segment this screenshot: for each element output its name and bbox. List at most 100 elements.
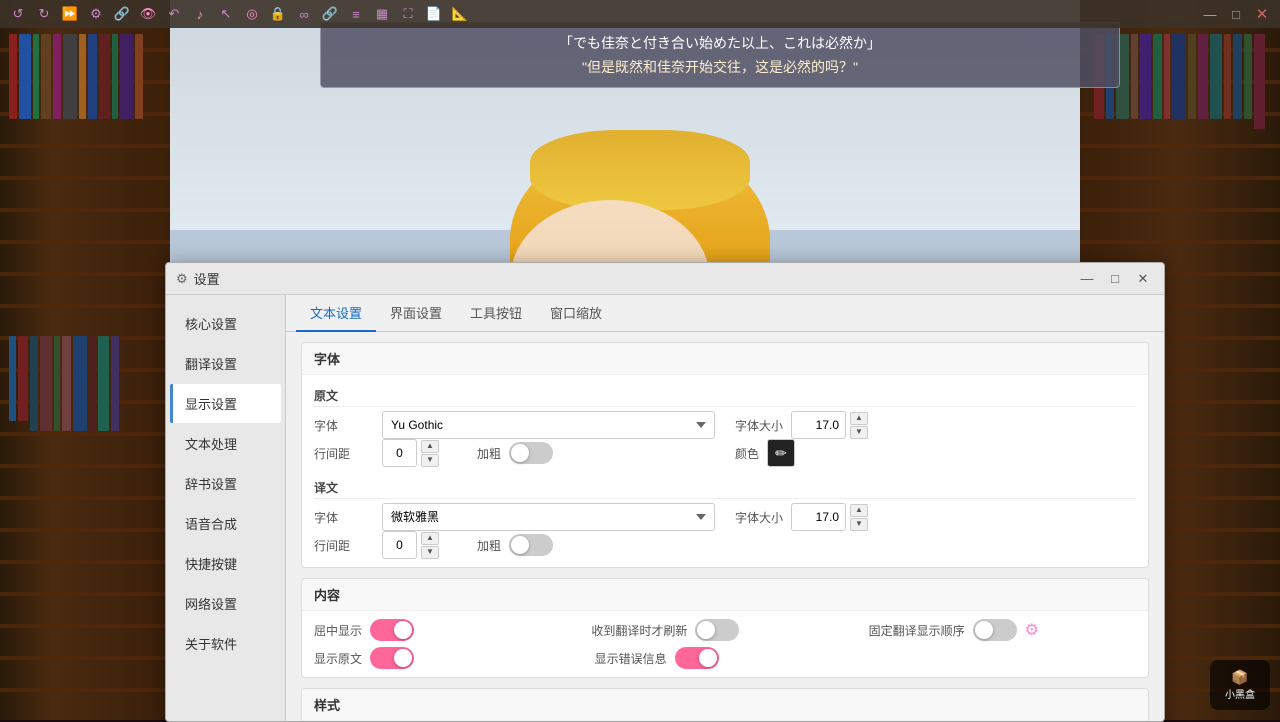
content-show-error-col: 显示错误信息 bbox=[585, 647, 866, 669]
original-size-down[interactable]: ▼ bbox=[850, 426, 868, 439]
sidebar-item-shortcuts[interactable]: 快捷按键 bbox=[170, 544, 281, 583]
toolbar-icon-lock[interactable]: 🔒 bbox=[268, 4, 288, 24]
toolbar-icon-link2[interactable]: 🔗 bbox=[320, 4, 340, 24]
dialog-maximize-button[interactable]: □ bbox=[1104, 268, 1126, 290]
translation-spacing-up[interactable]: ▲ bbox=[421, 532, 439, 545]
toolbar-icon-target[interactable]: ◎ bbox=[242, 4, 262, 24]
pencil-icon: ✏ bbox=[775, 445, 787, 462]
original-subtitle: 原文 bbox=[314, 383, 1136, 407]
translation-size-input[interactable] bbox=[791, 503, 846, 531]
show-error-toggle[interactable] bbox=[675, 647, 719, 669]
dialog-titlebar: ⚙ 设置 — □ ✕ bbox=[166, 263, 1164, 295]
original-bold-toggle[interactable] bbox=[509, 442, 553, 464]
toolbar-icon-redo[interactable]: ↻ bbox=[34, 4, 54, 24]
fix-order-label: 固定翻译显示顺序 bbox=[869, 622, 965, 639]
dialog-minimize-button[interactable]: — bbox=[1076, 268, 1098, 290]
original-bold-thumb bbox=[511, 444, 529, 462]
original-color-label: 颜色 bbox=[735, 445, 759, 462]
toolbar-icon-grid[interactable]: ▦ bbox=[372, 4, 392, 24]
sidebar-item-textproc[interactable]: 文本处理 bbox=[170, 424, 281, 463]
fix-order-toggle[interactable] bbox=[973, 619, 1017, 641]
font-section: 字体 原文 字体 Yu Gothic bbox=[301, 342, 1149, 568]
sidebar-item-display[interactable]: 显示设置 bbox=[170, 384, 281, 423]
original-font-row: 字体 Yu Gothic 字体大小 ▲ bbox=[314, 411, 1136, 439]
translation-bold-toggle[interactable] bbox=[509, 534, 553, 556]
sidebar-item-core[interactable]: 核心设置 bbox=[170, 304, 281, 343]
translation-font-row: 字体 微软雅黑 字体大小 ▲ bbox=[314, 503, 1136, 531]
translation-spacing-row: 行间距 ▲ ▼ 加粗 bbox=[314, 531, 1136, 559]
original-size-input[interactable] bbox=[791, 411, 846, 439]
toolbar-icon-music[interactable]: ♪ bbox=[190, 4, 210, 24]
toolbar-icon-cursor[interactable]: ↖ bbox=[216, 4, 236, 24]
translation-spacing-left: 行间距 ▲ ▼ 加粗 bbox=[314, 531, 715, 559]
toolbar-icon-settings[interactable]: ⚙ bbox=[86, 4, 106, 24]
dialog-title-icon: ⚙ bbox=[176, 271, 188, 287]
sidebar-item-dictionary[interactable]: 辞书设置 bbox=[170, 464, 281, 503]
original-spacing-up[interactable]: ▲ bbox=[421, 440, 439, 453]
tab-text-settings[interactable]: 文本设置 bbox=[296, 295, 376, 332]
dialog-sidebar: 核心设置 翻译设置 显示设置 文本处理 辞书设置 语音合成 快捷按键 网络设置 … bbox=[166, 295, 286, 721]
sidebar-item-network[interactable]: 网络设置 bbox=[170, 584, 281, 623]
sidebar-item-about[interactable]: 关于软件 bbox=[170, 624, 281, 663]
fix-order-gear-icon[interactable]: ⚙ bbox=[1025, 620, 1039, 640]
toolbar-icon-minimize[interactable]: — bbox=[1200, 4, 1220, 24]
dialog-title-text: 设置 bbox=[194, 269, 1070, 288]
translation-subtitle: 译文 bbox=[314, 475, 1136, 499]
original-spacing-input[interactable] bbox=[382, 439, 417, 467]
sidebar-item-voice[interactable]: 语音合成 bbox=[170, 504, 281, 543]
toolbar-icon-expand[interactable]: ⛶ bbox=[398, 4, 418, 24]
toolbar-icon-restore[interactable]: □ bbox=[1226, 4, 1246, 24]
refresh-on-translate-toggle[interactable] bbox=[695, 619, 739, 641]
original-size-spinners: ▲ ▼ bbox=[850, 412, 868, 439]
settings-dialog: ⚙ 设置 — □ ✕ 核心设置 翻译设置 显示设置 文本处理 辞书设置 语音合成… bbox=[165, 262, 1165, 722]
original-spacing-label: 行间距 bbox=[314, 445, 374, 462]
original-size-group: ▲ ▼ bbox=[791, 411, 868, 439]
toolbar-icon-close[interactable]: ✕ bbox=[1252, 4, 1272, 24]
show-in-window-label: 屈中显示 bbox=[314, 622, 362, 639]
translation-size-up[interactable]: ▲ bbox=[850, 504, 868, 517]
toolbar-icon-link[interactable]: 🔗 bbox=[112, 4, 132, 24]
show-original-toggle[interactable] bbox=[370, 647, 414, 669]
toolbar-icon-arrow[interactable]: ↺ bbox=[8, 4, 28, 24]
show-in-window-toggle[interactable] bbox=[370, 619, 414, 641]
toolbar-icon-eye[interactable]: 👁 bbox=[138, 4, 158, 24]
tab-window-scale[interactable]: 窗口缩放 bbox=[536, 295, 616, 332]
game-toolbar: ↺ ↻ ⏩ ⚙ 🔗 👁 ↶ ♪ ↖ ◎ 🔒 ∞ 🔗 ≡ ▦ ⛶ 📄 📐 — □ … bbox=[0, 0, 1280, 28]
translation-size-down[interactable]: ▼ bbox=[850, 518, 868, 531]
content-fix-order-col: 固定翻译显示顺序 ⚙ bbox=[859, 619, 1136, 641]
translation-font-right: 字体大小 ▲ ▼ bbox=[715, 503, 1136, 531]
content-refresh-col: 收到翻译时才刷新 bbox=[581, 619, 858, 641]
tab-toolbar-buttons[interactable]: 工具按钮 bbox=[456, 295, 536, 332]
translation-spacing-input[interactable] bbox=[382, 531, 417, 559]
original-spacing-down[interactable]: ▼ bbox=[421, 454, 439, 467]
toolbar-icon-doc[interactable]: 📄 bbox=[424, 4, 444, 24]
translation-font-select[interactable]: 微软雅黑 bbox=[382, 503, 715, 531]
toolbar-icon-menu[interactable]: ≡ bbox=[346, 4, 366, 24]
sidebar-item-translate[interactable]: 翻译设置 bbox=[170, 344, 281, 383]
toolbar-icon-forward[interactable]: ⏩ bbox=[60, 4, 80, 24]
translation-spacing-down[interactable]: ▼ bbox=[421, 546, 439, 559]
toolbar-icon-infinity[interactable]: ∞ bbox=[294, 4, 314, 24]
original-size-up[interactable]: ▲ bbox=[850, 412, 868, 425]
content-row2: 显示原文 显示错误信息 bbox=[314, 647, 1136, 669]
toolbar-icon-back[interactable]: ↶ bbox=[164, 4, 184, 24]
show-in-window-thumb bbox=[394, 621, 412, 639]
original-color-picker[interactable]: ✏ bbox=[767, 439, 795, 467]
style-section-header: 样式 bbox=[302, 689, 1148, 721]
translation-size-label: 字体大小 bbox=[735, 509, 783, 526]
original-size-label: 字体大小 bbox=[735, 417, 783, 434]
dialog-close-button[interactable]: ✕ bbox=[1132, 268, 1154, 290]
content-section: 内容 屈中显示 收到翻译时才刷新 bbox=[301, 578, 1149, 678]
tab-ui-settings[interactable]: 界面设置 bbox=[376, 295, 456, 332]
translation-spacing-group: ▲ ▼ bbox=[382, 531, 439, 559]
toolbar-icon-ruler[interactable]: 📐 bbox=[450, 4, 470, 24]
original-font-right: 字体大小 ▲ ▼ bbox=[715, 411, 1136, 439]
show-original-label: 显示原文 bbox=[314, 650, 362, 667]
original-font-left: 字体 Yu Gothic bbox=[314, 411, 715, 439]
font-section-body: 原文 字体 Yu Gothic 字体大小 bbox=[302, 375, 1148, 567]
original-font-select[interactable]: Yu Gothic bbox=[382, 411, 715, 439]
dialog-scroll-area[interactable]: 字体 原文 字体 Yu Gothic bbox=[286, 332, 1164, 721]
dialog-content-area: 文本设置 界面设置 工具按钮 窗口缩放 字体 原文 字体 bbox=[286, 295, 1164, 721]
refresh-on-translate-thumb bbox=[697, 621, 715, 639]
content-section-body: 屈中显示 收到翻译时才刷新 bbox=[302, 611, 1148, 677]
